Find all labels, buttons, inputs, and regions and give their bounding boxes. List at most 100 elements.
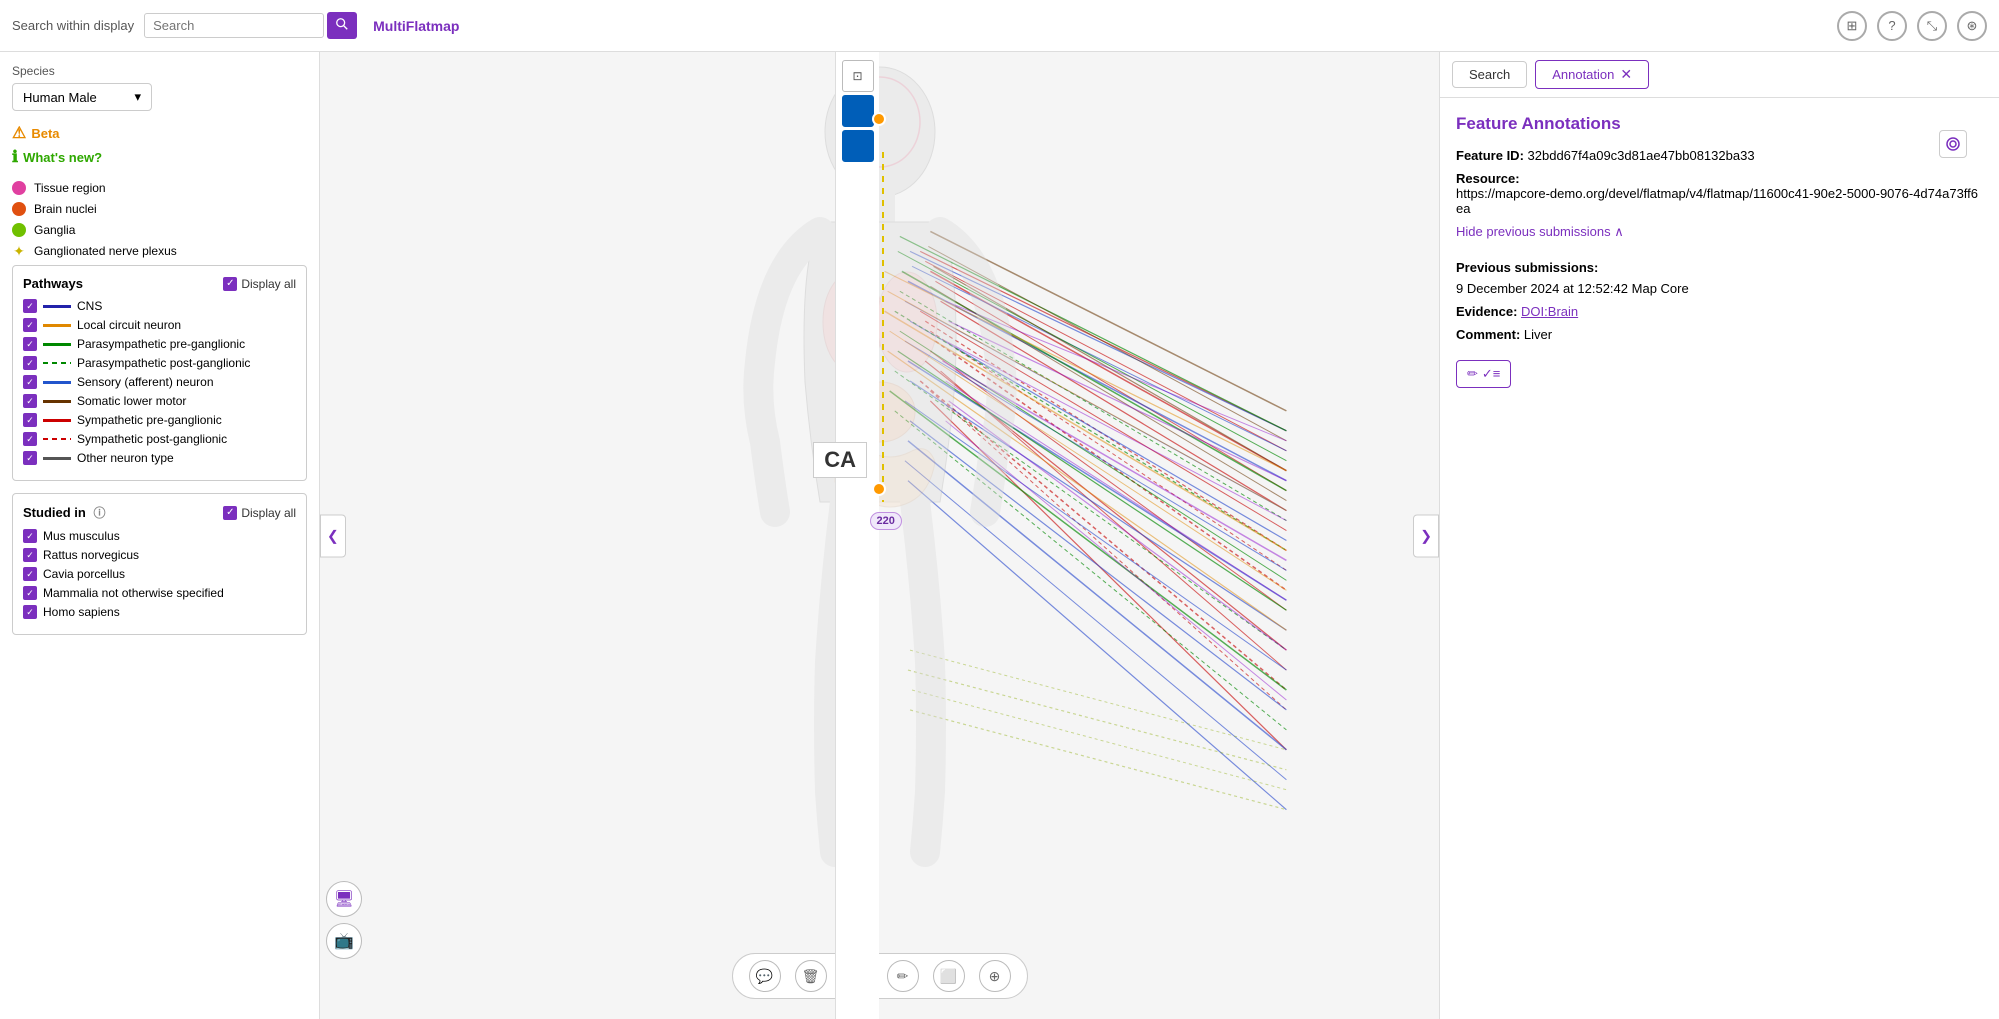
studied-homo-sapiens: Homo sapiens bbox=[23, 605, 296, 619]
studied-in-display-all[interactable]: Display all bbox=[223, 506, 296, 520]
screen-icon-btn[interactable]: ⊞ bbox=[1837, 11, 1867, 41]
sensory-line bbox=[43, 381, 71, 384]
expand-icon-btn[interactable]: ⤡ bbox=[1917, 11, 1947, 41]
para-post-checkbox[interactable] bbox=[23, 356, 37, 370]
brain-nuclei-label: Brain nuclei bbox=[34, 202, 97, 216]
ganglia-dot bbox=[12, 223, 26, 237]
search-icon bbox=[335, 17, 349, 31]
whats-new[interactable]: ℹ What's new? bbox=[12, 147, 307, 167]
species-dropdown[interactable]: Human Male ▾ bbox=[12, 83, 152, 111]
map-left-buttons: 🖥 📺 bbox=[326, 881, 362, 959]
right-panel-content: Feature Annotations Feature ID: 32bdd67f… bbox=[1440, 98, 1999, 1019]
evidence-link[interactable]: DOI:Brain bbox=[1521, 304, 1578, 319]
strip-btn-2[interactable] bbox=[842, 95, 874, 127]
annotation-edit-button[interactable]: ✏ ✓≡ bbox=[1456, 360, 1511, 388]
studied-in-display-all-label: Display all bbox=[241, 506, 296, 520]
nerve-plexus-label: Ganglionated nerve plexus bbox=[34, 244, 177, 258]
other-checkbox[interactable] bbox=[23, 451, 37, 465]
resource-url: https://mapcore-demo.org/devel/flatmap/v… bbox=[1456, 186, 1978, 216]
mus-musculus-checkbox[interactable] bbox=[23, 529, 37, 543]
marker-mid bbox=[872, 482, 886, 496]
info-icon: ℹ bbox=[12, 147, 18, 167]
rattus-checkbox[interactable] bbox=[23, 548, 37, 562]
copy-annotation-button[interactable] bbox=[1939, 130, 1967, 158]
search-tab[interactable]: Search bbox=[1452, 61, 1527, 88]
ca-badge: CA bbox=[813, 442, 867, 478]
cns-line bbox=[43, 305, 71, 308]
annotation-tab[interactable]: Annotation ✕ bbox=[1535, 60, 1649, 89]
symp-pre-checkbox[interactable] bbox=[23, 413, 37, 427]
annotation-tab-close[interactable]: ✕ bbox=[1620, 66, 1632, 83]
hide-previous-submissions-link[interactable]: Hide previous submissions ∧ bbox=[1456, 224, 1624, 240]
pathway-symp-pre: Sympathetic pre-ganglionic bbox=[23, 413, 296, 427]
local-circuit-checkbox[interactable] bbox=[23, 318, 37, 332]
help-icon-btn[interactable]: ? bbox=[1877, 11, 1907, 41]
para-post-line bbox=[43, 362, 71, 364]
copy-icon bbox=[1945, 136, 1961, 152]
pathway-other: Other neuron type bbox=[23, 451, 296, 465]
copy-toolbar-button[interactable]: ⊕ bbox=[979, 960, 1011, 992]
resource-field: Resource: https://mapcore-demo.org/devel… bbox=[1456, 171, 1983, 216]
pathways-display-all-checkbox[interactable] bbox=[223, 277, 237, 291]
square-toolbar-button[interactable]: ⬜ bbox=[933, 960, 965, 992]
chevron-up-icon: ∧ bbox=[1614, 224, 1624, 239]
homo-sapiens-checkbox[interactable] bbox=[23, 605, 37, 619]
mammalia-checkbox[interactable] bbox=[23, 586, 37, 600]
species-label: Species bbox=[12, 64, 307, 78]
mus-musculus-label: Mus musculus bbox=[43, 529, 120, 543]
feature-id-value: 32bdd67f4a09c3d81ae47bb08132ba33 bbox=[1528, 148, 1755, 163]
evidence-label: Evidence: bbox=[1456, 304, 1517, 319]
symp-post-checkbox[interactable] bbox=[23, 432, 37, 446]
map-monitor-btn[interactable]: 📺 bbox=[326, 923, 362, 959]
whats-new-label: What's new? bbox=[23, 150, 102, 165]
mammalia-label: Mammalia not otherwise specified bbox=[43, 586, 224, 600]
search-within-input[interactable] bbox=[144, 13, 324, 38]
trash-toolbar-button[interactable]: 🗑 bbox=[795, 960, 827, 992]
pathways-display-all[interactable]: Display all bbox=[223, 277, 296, 291]
feature-id-field: Feature ID: 32bdd67f4a09c3d81ae47bb08132… bbox=[1456, 148, 1983, 163]
comment-value: Liver bbox=[1524, 327, 1552, 342]
studied-in-display-all-checkbox[interactable] bbox=[223, 506, 237, 520]
symp-post-line bbox=[43, 438, 71, 440]
legend-brain-nuclei: Brain nuclei bbox=[12, 202, 307, 216]
top-bar: Search within display MultiFlatmap ⊞ ? ⤡… bbox=[0, 0, 1999, 52]
symp-post-label: Sympathetic post-ganglionic bbox=[77, 432, 227, 446]
collapse-right-button[interactable]: ❯ bbox=[1413, 514, 1439, 557]
rattus-label: Rattus norvegicus bbox=[43, 548, 139, 562]
pathways-header: Pathways Display all bbox=[23, 276, 296, 291]
chevron-down-icon: ▾ bbox=[134, 89, 141, 105]
pathways-display-all-label: Display all bbox=[241, 277, 296, 291]
edit-toolbar-button[interactable]: ✏ bbox=[887, 960, 919, 992]
pathway-para-post: Parasympathetic post-ganglionic bbox=[23, 356, 296, 370]
cns-checkbox[interactable] bbox=[23, 299, 37, 313]
submission-date: 9 December 2024 at 12:52:42 bbox=[1456, 281, 1628, 296]
strip-btn-3[interactable] bbox=[842, 130, 874, 162]
strip-btn-1[interactable]: ⊡ bbox=[842, 60, 874, 92]
ganglia-label: Ganglia bbox=[34, 223, 75, 237]
tissue-region-label: Tissue region bbox=[34, 181, 106, 195]
cavia-checkbox[interactable] bbox=[23, 567, 37, 581]
feature-id-label: Feature ID: bbox=[1456, 148, 1524, 163]
sensory-label: Sensory (afferent) neuron bbox=[77, 375, 214, 389]
tissue-region-dot bbox=[12, 181, 26, 195]
sensory-checkbox[interactable] bbox=[23, 375, 37, 389]
para-pre-checkbox[interactable] bbox=[23, 337, 37, 351]
studied-cavia: Cavia porcellus bbox=[23, 567, 296, 581]
collapse-left-button[interactable]: ❮ bbox=[320, 514, 346, 557]
edit-icon: ✏ bbox=[1467, 366, 1478, 382]
link-icon-btn[interactable]: ⊛ bbox=[1957, 11, 1987, 41]
chat-toolbar-button[interactable]: 💬 bbox=[749, 960, 781, 992]
map-screen-btn[interactable]: 🖥 bbox=[326, 881, 362, 917]
somatic-checkbox[interactable] bbox=[23, 394, 37, 408]
search-within-button[interactable] bbox=[327, 12, 357, 39]
pathway-cns: CNS bbox=[23, 299, 296, 313]
studied-mammalia: Mammalia not otherwise specified bbox=[23, 586, 296, 600]
map-area[interactable]: 220 ❮ ❯ 💬 🗑 📍 ✏ ⬜ ⊕ 🖥 📺 ⊡ bbox=[320, 52, 1439, 1019]
pathways-title: Pathways bbox=[23, 276, 83, 291]
pathway-para-pre: Parasympathetic pre-ganglionic bbox=[23, 337, 296, 351]
homo-sapiens-label: Homo sapiens bbox=[43, 605, 120, 619]
para-pre-label: Parasympathetic pre-ganglionic bbox=[77, 337, 245, 351]
left-sidebar: Species Human Male ▾ ⚠ Beta ℹ What's new… bbox=[0, 52, 320, 1019]
local-circuit-line bbox=[43, 324, 71, 327]
studied-mus-musculus: Mus musculus bbox=[23, 529, 296, 543]
